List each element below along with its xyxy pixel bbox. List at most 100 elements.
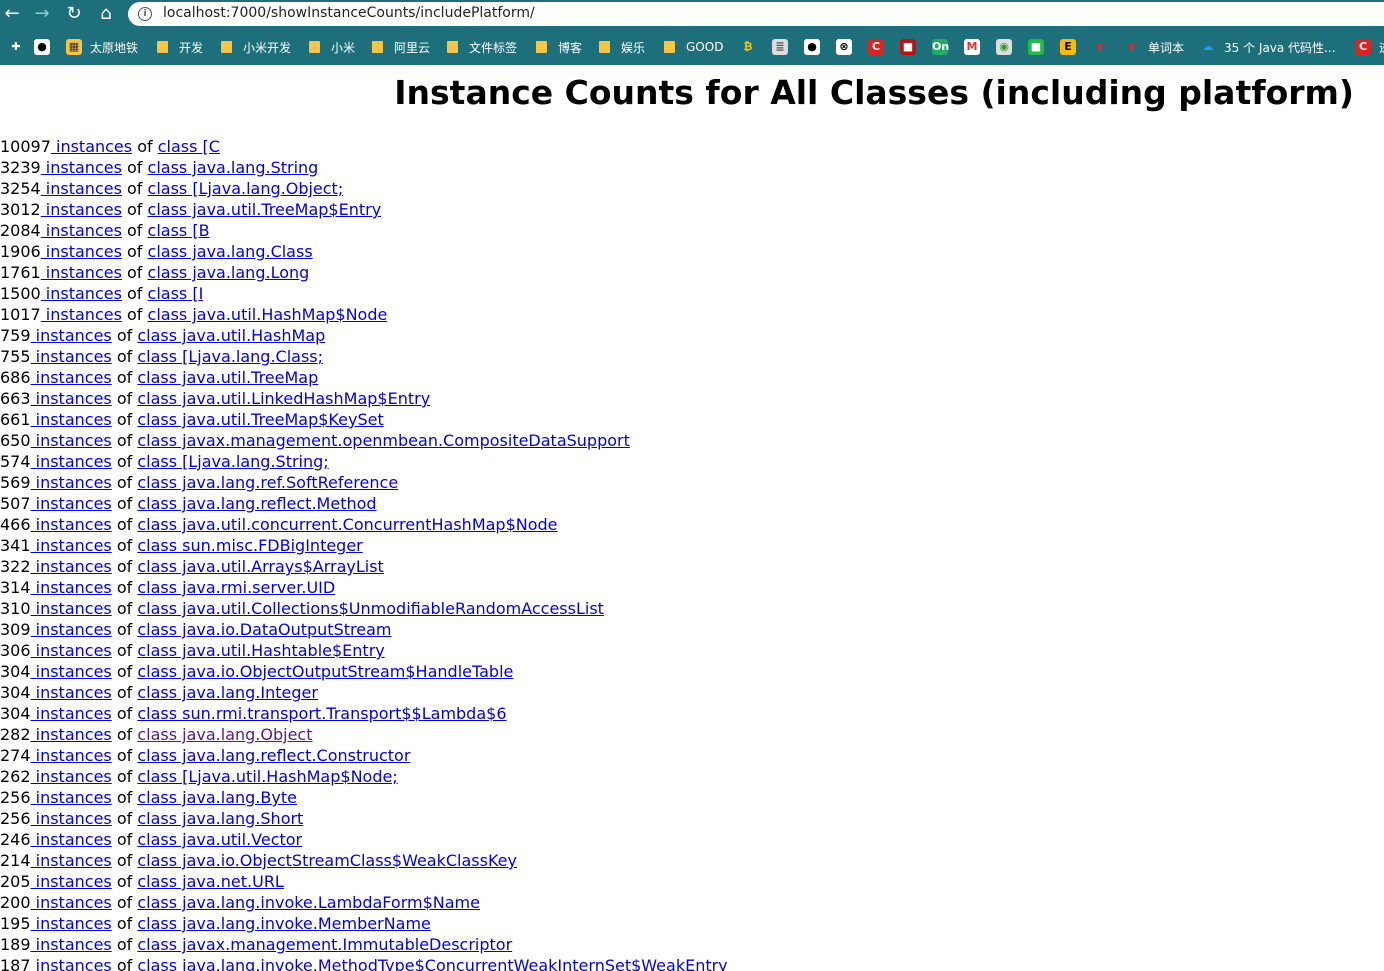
class-link[interactable]: class java.io.ObjectStreamClass$WeakClas…: [137, 851, 517, 870]
instances-link[interactable]: instances: [31, 557, 112, 576]
forward-arrow-icon[interactable]: →: [30, 2, 54, 26]
class-link[interactable]: class sun.rmi.transport.Transport$$Lambd…: [137, 704, 506, 723]
bookmark-item[interactable]: 开发: [157, 37, 203, 57]
bookmark-item[interactable]: 小米开发: [221, 37, 291, 57]
class-link[interactable]: class java.util.Vector: [137, 830, 302, 849]
class-link[interactable]: class java.util.TreeMap$KeySet: [137, 410, 383, 429]
instances-link[interactable]: instances: [31, 788, 112, 807]
bookmark-item[interactable]: On: [932, 37, 949, 57]
bookmark-item[interactable]: ☁ 35 个 Java 代码性...: [1200, 37, 1336, 57]
info-icon[interactable]: i: [138, 7, 152, 21]
instances-link[interactable]: instances: [41, 242, 122, 261]
instances-link[interactable]: instances: [31, 683, 112, 702]
class-link[interactable]: class java.lang.Integer: [137, 683, 318, 702]
bookmark-item[interactable]: ₿: [740, 37, 756, 57]
back-arrow-icon[interactable]: ←: [0, 2, 24, 26]
instances-link[interactable]: instances: [31, 872, 112, 891]
bookmark-item[interactable]: ⊗: [836, 37, 852, 57]
instances-link[interactable]: instances: [31, 620, 112, 639]
bookmark-item[interactable]: ●: [804, 37, 820, 57]
bookmark-item[interactable]: C: [868, 37, 884, 57]
bookmark-item[interactable]: y: [1092, 37, 1108, 57]
class-link[interactable]: class java.util.HashMap$Node: [148, 305, 388, 324]
instances-link[interactable]: instances: [31, 578, 112, 597]
instances-link[interactable]: instances: [31, 704, 112, 723]
class-link[interactable]: class java.rmi.server.UID: [137, 578, 335, 597]
instances-link[interactable]: instances: [41, 221, 122, 240]
bookmark-item[interactable]: ■: [1028, 37, 1044, 57]
class-link[interactable]: class java.lang.Byte: [137, 788, 297, 807]
instances-link[interactable]: instances: [31, 473, 112, 492]
bookmark-item[interactable]: ●: [34, 37, 50, 57]
instances-link[interactable]: instances: [31, 494, 112, 513]
instances-link[interactable]: instances: [31, 515, 112, 534]
class-link[interactable]: class javax.management.openmbean.Composi…: [137, 431, 630, 450]
class-link[interactable]: class java.util.Collections$Unmodifiable…: [137, 599, 604, 618]
instances-link[interactable]: instances: [31, 662, 112, 681]
bookmark-item[interactable]: 阿里云: [372, 37, 430, 57]
instances-link[interactable]: instances: [41, 179, 122, 198]
url-text[interactable]: localhost:7000/showInstanceCounts/includ…: [163, 5, 535, 21]
bookmark-item[interactable]: E: [1060, 37, 1076, 57]
class-link[interactable]: class java.util.Hashtable$Entry: [137, 641, 384, 660]
reload-icon[interactable]: ↻: [62, 2, 86, 26]
class-link[interactable]: class java.util.LinkedHashMap$Entry: [137, 389, 430, 408]
instances-link[interactable]: instances: [31, 893, 112, 912]
instances-link[interactable]: instances: [41, 200, 122, 219]
bookmark-item[interactable]: M: [964, 37, 980, 57]
bookmark-item[interactable]: 博客: [536, 37, 582, 57]
instances-link[interactable]: instances: [31, 767, 112, 786]
class-link[interactable]: class [B: [148, 221, 210, 240]
class-link[interactable]: class [Ljava.lang.Object;: [148, 179, 344, 198]
class-link[interactable]: class sun.misc.FDBigInteger: [137, 536, 362, 555]
instances-link[interactable]: instances: [41, 305, 122, 324]
bookmark-item[interactable]: y 单词本: [1124, 37, 1184, 57]
class-link[interactable]: class javax.management.ImmutableDescript…: [137, 935, 512, 954]
class-link[interactable]: class java.lang.invoke.LambdaForm$Name: [137, 893, 480, 912]
class-link[interactable]: class [Ljava.util.HashMap$Node;: [137, 767, 397, 786]
bookmark-item[interactable]: 文件标签: [447, 37, 517, 57]
class-link[interactable]: class java.lang.Short: [137, 809, 303, 828]
instances-link[interactable]: instances: [31, 809, 112, 828]
bookmark-item[interactable]: ◉: [996, 37, 1012, 57]
instances-link[interactable]: instances: [31, 725, 112, 744]
class-link[interactable]: class java.io.DataOutputStream: [137, 620, 391, 639]
instances-link[interactable]: instances: [31, 536, 112, 555]
bookmark-item[interactable]: ✚: [8, 37, 24, 57]
class-link[interactable]: class java.lang.ref.SoftReference: [137, 473, 398, 492]
instances-link[interactable]: instances: [31, 641, 112, 660]
class-link[interactable]: class [C: [158, 137, 220, 156]
instances-link[interactable]: instances: [41, 284, 122, 303]
bookmark-item[interactable]: ≣: [772, 37, 788, 57]
class-link[interactable]: class java.util.concurrent.ConcurrentHas…: [137, 515, 557, 534]
instances-link[interactable]: instances: [31, 389, 112, 408]
class-link[interactable]: class java.lang.reflect.Constructor: [137, 746, 410, 765]
bookmark-item[interactable]: GOOD: [664, 37, 723, 57]
home-icon[interactable]: ⌂: [94, 2, 118, 26]
instances-link[interactable]: instances: [41, 263, 122, 282]
instances-link[interactable]: instances: [51, 137, 132, 156]
instances-link[interactable]: instances: [31, 746, 112, 765]
instances-link[interactable]: instances: [31, 410, 112, 429]
instances-link[interactable]: instances: [31, 956, 112, 971]
class-link[interactable]: class java.lang.reflect.Method: [137, 494, 376, 513]
class-link[interactable]: class [Ljava.lang.String;: [137, 452, 328, 471]
instances-link[interactable]: instances: [31, 326, 112, 345]
instances-link[interactable]: instances: [41, 158, 122, 177]
instances-link[interactable]: instances: [31, 368, 112, 387]
class-link[interactable]: class java.lang.String: [148, 158, 319, 177]
class-link[interactable]: class java.lang.invoke.MemberName: [137, 914, 431, 933]
bookmark-item[interactable]: 娱乐: [599, 37, 645, 57]
address-bar[interactable]: i localhost:7000/showInstanceCounts/incl…: [128, 2, 1384, 26]
instances-link[interactable]: instances: [31, 851, 112, 870]
instances-link[interactable]: instances: [31, 452, 112, 471]
class-link[interactable]: class java.lang.Long: [148, 263, 310, 282]
instances-link[interactable]: instances: [31, 599, 112, 618]
class-link[interactable]: class java.lang.invoke.MethodType$Concur…: [137, 956, 727, 971]
class-link[interactable]: class [I: [148, 284, 204, 303]
instances-link[interactable]: instances: [31, 935, 112, 954]
bookmark-item[interactable]: ■: [900, 37, 916, 57]
bookmark-item[interactable]: 小米: [309, 37, 355, 57]
instances-link[interactable]: instances: [31, 914, 112, 933]
instances-link[interactable]: instances: [31, 431, 112, 450]
